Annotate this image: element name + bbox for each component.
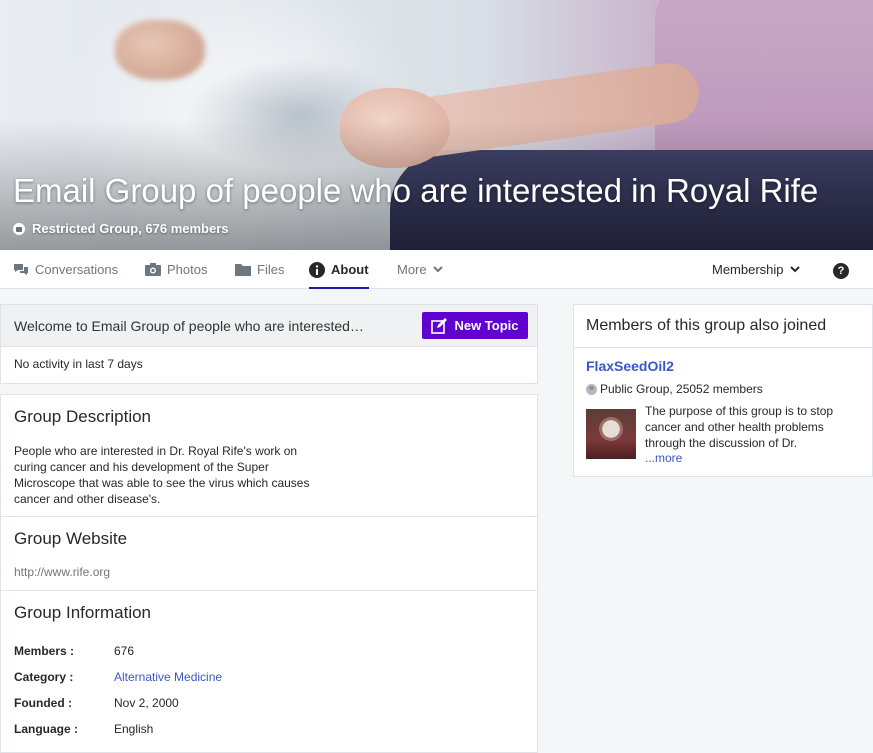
tab-photos[interactable]: Photos	[145, 250, 207, 289]
folder-icon	[235, 264, 251, 276]
chevron-down-icon	[789, 266, 800, 273]
divider	[1, 516, 537, 517]
conversations-icon	[14, 263, 28, 275]
website-heading: Group Website	[14, 529, 128, 548]
cover-image-hand-left	[115, 20, 205, 80]
compose-icon	[431, 317, 448, 334]
group-status-text: Restricted Group, 676 members	[32, 221, 229, 236]
activity-status: No activity in last 7 days	[14, 357, 143, 371]
related-group-meta-text: Public Group, 25052 members	[600, 382, 763, 396]
members-value: 676	[114, 644, 135, 658]
about-panel: Group Description People who are interes…	[0, 394, 538, 753]
related-group-link[interactable]: FlaxSeedOil2	[586, 358, 674, 374]
founded-label: Founded :	[14, 696, 72, 710]
group-description: People who are interested in Dr. Royal R…	[14, 444, 310, 506]
related-group-description: The purpose of this group is to stop can…	[645, 404, 834, 450]
language-label: Language :	[14, 722, 79, 736]
founded-value: Nov 2, 2000	[114, 696, 179, 710]
related-groups-header: Members of this group also joined	[574, 305, 872, 348]
info-heading: Group Information	[14, 603, 152, 622]
related-groups-title: Members of this group also joined	[586, 317, 827, 334]
related-group-meta: Public Group, 25052 members	[586, 382, 763, 396]
description-heading: Group Description	[14, 407, 152, 426]
related-groups-panel: Members of this group also joined FlaxSe…	[573, 304, 873, 477]
new-topic-button[interactable]: New Topic	[422, 312, 528, 339]
new-topic-label: New Topic	[454, 318, 519, 333]
globe-icon	[586, 383, 597, 395]
category-link[interactable]: Alternative Medicine	[114, 670, 222, 684]
membership-label: Membership	[712, 262, 784, 277]
help-icon[interactable]: ?	[833, 263, 849, 279]
cover-photo: Email Group of people who are interested…	[0, 0, 873, 250]
group-status: Restricted Group, 676 members	[13, 221, 229, 236]
tab-more[interactable]: More	[397, 250, 443, 289]
tab-photos-label: Photos	[167, 262, 208, 277]
more-link[interactable]: ...more	[645, 451, 682, 465]
tab-conversations-label: Conversations	[35, 262, 119, 277]
tab-about-label: About	[331, 262, 369, 277]
tab-files-label: Files	[257, 262, 285, 277]
welcome-text: Welcome to Email Group of people who are…	[14, 318, 364, 334]
camera-icon	[145, 263, 161, 276]
welcome-header: Welcome to Email Group of people who are…	[1, 305, 537, 347]
welcome-panel: Welcome to Email Group of people who are…	[0, 304, 538, 384]
divider	[1, 590, 537, 591]
language-value: English	[114, 722, 154, 736]
chevron-down-icon	[432, 266, 443, 273]
tab-conversations[interactable]: Conversations	[13, 250, 118, 289]
category-label: Category :	[14, 670, 74, 684]
related-group-avatar[interactable]	[586, 409, 636, 459]
tab-files[interactable]: Files	[235, 250, 284, 289]
membership-dropdown[interactable]: Membership	[712, 250, 800, 289]
group-website-link[interactable]: http://www.rife.org	[14, 565, 110, 579]
group-nav: Conversations Photos Files About More Me…	[0, 250, 873, 289]
tab-more-label: More	[397, 262, 427, 277]
info-icon	[309, 261, 325, 278]
tab-about[interactable]: About	[309, 250, 369, 289]
members-label: Members :	[14, 644, 75, 658]
lock-icon	[13, 222, 25, 235]
group-title: Email Group of people who are interested…	[13, 172, 819, 209]
